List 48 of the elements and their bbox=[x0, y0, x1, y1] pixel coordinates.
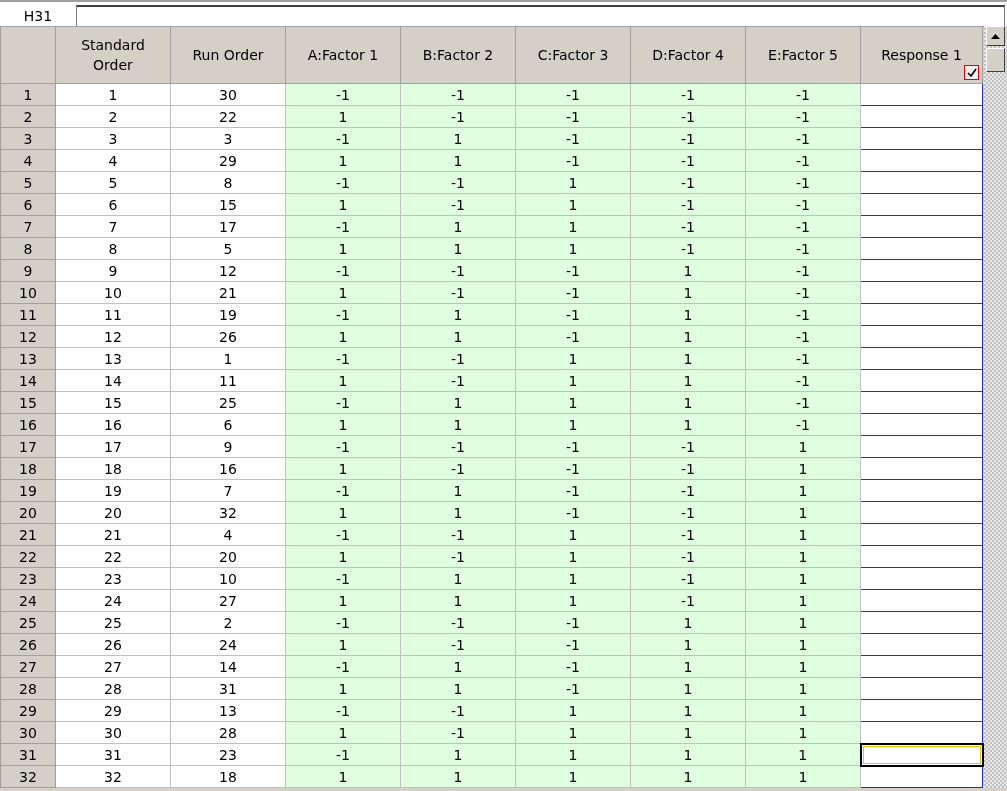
column-header[interactable]: Standard Order bbox=[55, 26, 171, 84]
row-header[interactable]: 9 bbox=[0, 259, 56, 282]
row-header[interactable]: 7 bbox=[0, 215, 56, 238]
row-header[interactable]: 18 bbox=[0, 457, 56, 480]
row-header[interactable]: 20 bbox=[0, 501, 56, 524]
row-header[interactable]: 3 bbox=[0, 127, 56, 150]
row-header[interactable]: 1 bbox=[0, 83, 56, 106]
row-header[interactable]: 26 bbox=[0, 633, 56, 656]
row-header[interactable]: 16 bbox=[0, 413, 56, 436]
row-header[interactable]: 2 bbox=[0, 105, 56, 128]
column-header[interactable]: D:Factor 4 bbox=[630, 26, 746, 84]
row-header[interactable]: 14 bbox=[0, 369, 56, 392]
column-header[interactable]: A:Factor 1 bbox=[285, 26, 401, 84]
row-header[interactable]: 11 bbox=[0, 303, 56, 326]
row-header[interactable]: 6 bbox=[0, 193, 56, 216]
row-header[interactable]: 25 bbox=[0, 611, 56, 634]
row-header[interactable]: 30 bbox=[0, 721, 56, 744]
row-header[interactable]: 21 bbox=[0, 523, 56, 546]
corner-header bbox=[0, 26, 56, 84]
row-header[interactable]: 8 bbox=[0, 237, 56, 260]
row-header[interactable]: 15 bbox=[0, 391, 56, 414]
row-header[interactable]: 29 bbox=[0, 699, 56, 722]
row-header[interactable]: 10 bbox=[0, 281, 56, 304]
row-header[interactable]: 27 bbox=[0, 655, 56, 678]
row-header[interactable]: 31 bbox=[0, 743, 56, 766]
row-header[interactable]: 23 bbox=[0, 567, 56, 590]
row-header[interactable]: 22 bbox=[0, 545, 56, 568]
column-header[interactable]: B:Factor 2 bbox=[400, 26, 516, 84]
scroll-up-button[interactable] bbox=[985, 26, 1005, 46]
column-header[interactable]: Run Order bbox=[170, 26, 286, 84]
column-header[interactable]: E:Factor 5 bbox=[745, 26, 861, 84]
scroll-thumb[interactable] bbox=[985, 48, 1005, 72]
row-header[interactable]: 13 bbox=[0, 347, 56, 370]
row-header[interactable]: 4 bbox=[0, 149, 56, 172]
table-cell[interactable] bbox=[860, 743, 983, 766]
row-header[interactable]: 24 bbox=[0, 589, 56, 612]
formula-field[interactable] bbox=[76, 5, 1005, 27]
row-header[interactable]: 19 bbox=[0, 479, 56, 502]
row-header[interactable]: 28 bbox=[0, 677, 56, 700]
checkbox[interactable] bbox=[964, 65, 979, 80]
column-header[interactable]: Response 1 bbox=[860, 26, 983, 84]
row-header[interactable]: 32 bbox=[0, 765, 56, 788]
scrollbar[interactable] bbox=[983, 26, 1007, 788]
up-triangle-icon bbox=[990, 33, 1000, 39]
row-header[interactable]: 12 bbox=[0, 325, 56, 348]
row-header[interactable]: 17 bbox=[0, 435, 56, 458]
column-header[interactable]: C:Factor 3 bbox=[515, 26, 631, 84]
row-header[interactable]: 5 bbox=[0, 171, 56, 194]
